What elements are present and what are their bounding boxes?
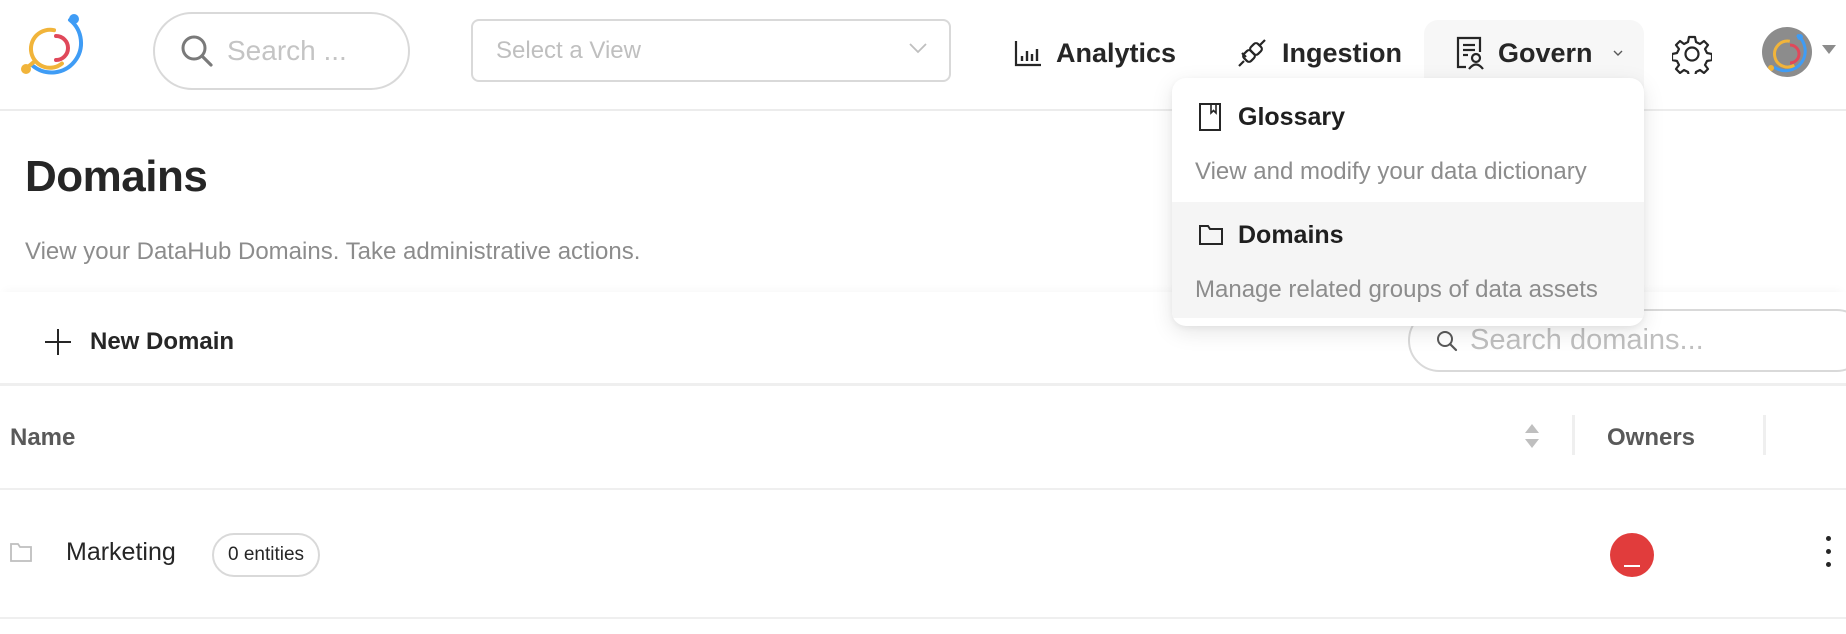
table-header: Name Owners xyxy=(0,392,1846,490)
menu-item-glossary[interactable]: Glossary View and modify your data dicti… xyxy=(1172,84,1644,200)
search-icon xyxy=(181,35,213,67)
nav-govern[interactable]: Govern xyxy=(1456,28,1639,78)
chevron-down-icon xyxy=(1613,50,1623,56)
column-divider[interactable] xyxy=(1763,415,1766,455)
global-search-placeholder: Search ... xyxy=(227,35,347,66)
user-avatar-logo-icon xyxy=(1768,33,1807,73)
nav-ingestion[interactable]: Ingestion xyxy=(1236,28,1402,78)
menu-item-glossary-description: View and modify your data dictionary xyxy=(1195,158,1587,185)
domain-name-link[interactable]: Marketing xyxy=(66,538,176,567)
govern-dropdown-menu: Glossary View and modify your data dicti… xyxy=(1172,78,1644,326)
column-header-owners: Owners xyxy=(1607,424,1696,451)
nav-ingestion-label: Ingestion xyxy=(1282,37,1402,68)
chevron-down-icon xyxy=(909,43,927,54)
nav-govern-label: Govern xyxy=(1498,37,1593,68)
folder-icon xyxy=(10,543,32,562)
new-domain-button[interactable]: New Domain xyxy=(44,322,234,362)
owner-initial xyxy=(1624,565,1640,567)
menu-item-domains-description: Manage related groups of data assets xyxy=(1195,276,1598,303)
user-avatar[interactable] xyxy=(1762,27,1812,77)
gear-icon[interactable] xyxy=(1672,34,1712,74)
folder-icon xyxy=(1199,225,1223,245)
more-actions-icon[interactable] xyxy=(1820,536,1836,574)
table-row[interactable]: Marketing 0 entities xyxy=(0,490,1846,619)
menu-item-glossary-title: Glossary xyxy=(1238,102,1346,131)
global-search-input[interactable]: Search ... xyxy=(153,12,410,90)
search-domains-placeholder: Search domains... xyxy=(1470,324,1704,356)
page-subtitle: View your DataHub Domains. Take administ… xyxy=(25,238,641,265)
view-select-placeholder: Select a View xyxy=(496,36,641,64)
plus-icon xyxy=(45,329,71,355)
menu-item-domains-title: Domains xyxy=(1238,220,1344,249)
nav-analytics[interactable]: Analytics xyxy=(1014,28,1176,78)
new-domain-label: New Domain xyxy=(90,328,235,355)
owner-avatar[interactable] xyxy=(1610,533,1654,577)
menu-item-domains[interactable]: Domains Manage related groups of data as… xyxy=(1172,202,1644,318)
sort-icon[interactable] xyxy=(1523,422,1541,452)
bar-chart-icon xyxy=(1014,41,1041,67)
book-icon xyxy=(1199,103,1221,131)
nav-analytics-label: Analytics xyxy=(1056,37,1177,68)
datahub-logo[interactable] xyxy=(16,14,96,80)
view-select-dropdown[interactable]: Select a View xyxy=(471,19,951,82)
plug-icon xyxy=(1238,39,1266,67)
column-header-name[interactable]: Name xyxy=(10,424,75,452)
column-divider[interactable] xyxy=(1572,415,1575,455)
page-title: Domains xyxy=(25,152,208,201)
caret-down-icon[interactable] xyxy=(1822,45,1836,54)
search-icon xyxy=(1437,330,1458,351)
certificate-icon xyxy=(1456,36,1484,70)
entity-count-badge: 0 entities xyxy=(212,533,321,577)
datahub-logo-icon xyxy=(21,14,84,75)
